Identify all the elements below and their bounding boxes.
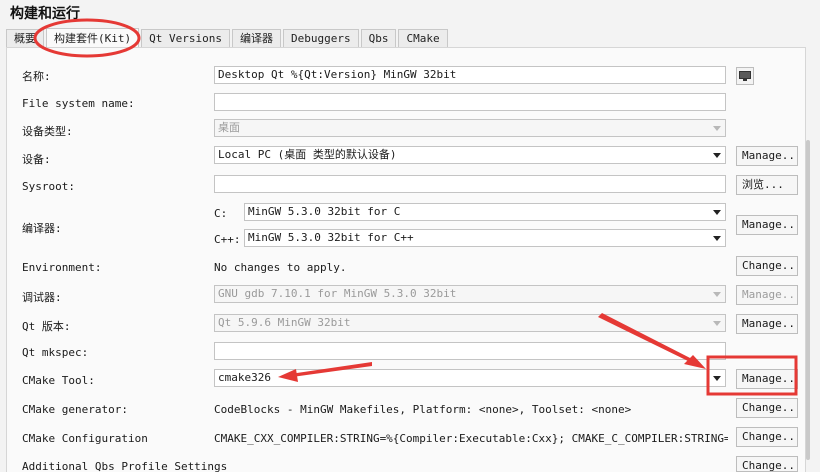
sysroot-field[interactable] (214, 175, 726, 193)
cmake-tool-manage-button[interactable]: Manage... (736, 369, 798, 389)
chevron-down-icon (713, 153, 721, 158)
chevron-down-icon (713, 321, 721, 326)
environment-label: Environment: (22, 261, 102, 274)
page-title: 构建和运行 (10, 6, 80, 22)
cmake-tool-label: CMake Tool: (22, 374, 95, 387)
chevron-down-icon (713, 376, 721, 381)
compiler-c-value: MinGW 5.3.0 32bit for C (248, 205, 401, 218)
device-label: 设备: (22, 153, 51, 166)
device-manage-button[interactable]: Manage... (736, 146, 798, 166)
environment-value: No changes to apply. (214, 261, 347, 274)
qbs-profile-change-button[interactable]: Change... (736, 456, 798, 472)
compiler-cpp-combo[interactable]: MinGW 5.3.0 32bit for C++ (244, 229, 726, 247)
sysroot-label: Sysroot: (22, 180, 75, 193)
tab-compilers[interactable]: 编译器 (231, 29, 281, 47)
name-field[interactable]: Desktop Qt %{Qt:Version} MinGW 32bit (214, 66, 726, 84)
compiler-manage-button[interactable]: Manage... (736, 215, 798, 235)
environment-change-button[interactable]: Change... (736, 256, 798, 276)
qt-version-manage-button[interactable]: Manage... (736, 314, 798, 334)
device-type-combo: 桌面 (214, 119, 726, 137)
qbs-profile-label: Additional Qbs Profile Settings (22, 460, 228, 472)
fs-name-label: File system name: (22, 97, 135, 110)
chevron-down-icon (713, 292, 721, 297)
monitor-icon (739, 71, 751, 81)
cmake-tool-value: cmake326 (218, 371, 271, 384)
tab-debuggers[interactable]: Debuggers (282, 29, 359, 47)
debugger-label: 调试器: (22, 291, 62, 304)
compiler-cpp-value: MinGW 5.3.0 32bit for C++ (248, 231, 414, 244)
compiler-cpp-label: C++: (214, 233, 241, 246)
compiler-c-combo[interactable]: MinGW 5.3.0 32bit for C (244, 203, 726, 221)
cmake-generator-change-button[interactable]: Change... (736, 398, 798, 418)
vertical-scrollbar[interactable] (806, 140, 810, 460)
name-label: 名称: (22, 70, 51, 83)
tab-cmake[interactable]: CMake (398, 29, 448, 47)
cmake-config-label: CMake Configuration (22, 432, 148, 445)
qt-version-combo: Qt 5.9.6 MinGW 32bit (214, 314, 726, 332)
compiler-c-label: C: (214, 207, 228, 220)
chevron-down-icon (713, 126, 721, 131)
device-type-label: 设备类型: (22, 125, 73, 138)
chevron-down-icon (713, 210, 721, 215)
debugger-value: GNU gdb 7.10.1 for MinGW 5.3.0 32bit (218, 287, 457, 300)
tab-kits[interactable]: 构建套件(Kit) (46, 28, 140, 48)
qt-version-label: Qt 版本: (22, 320, 71, 333)
qt-mkspec-label: Qt mkspec: (22, 346, 89, 359)
qt-mkspec-field[interactable] (214, 342, 726, 360)
tab-qt-versions[interactable]: Qt Versions (141, 29, 230, 47)
device-combo[interactable]: Local PC (桌面 类型的默认设备) (214, 146, 726, 164)
compiler-label: 编译器: (22, 222, 62, 235)
tab-qbs[interactable]: Qbs (360, 29, 397, 47)
cmake-tool-combo[interactable]: cmake326 (214, 369, 726, 387)
qt-version-value: Qt 5.9.6 MinGW 32bit (218, 316, 351, 329)
tab-overview[interactable]: 概要 (6, 29, 44, 47)
cmake-config-value: CMAKE_CXX_COMPILER:STRING=%{Compiler:Exe… (214, 432, 728, 445)
debugger-combo: GNU gdb 7.10.1 for MinGW 5.3.0 32bit (214, 285, 726, 303)
cmake-config-change-button[interactable]: Change... (736, 427, 798, 447)
kit-icon-button[interactable] (736, 67, 754, 85)
cmake-generator-value: CodeBlocks - MinGW Makefiles, Platform: … (214, 403, 632, 416)
cmake-generator-label: CMake generator: (22, 403, 128, 416)
device-type-value: 桌面 (218, 121, 240, 134)
tab-bar: 概要 构建套件(Kit) Qt Versions 编译器 Debuggers Q… (6, 28, 450, 48)
sysroot-browse-button[interactable]: 浏览... (736, 175, 798, 195)
debugger-manage-button: Manage... (736, 285, 798, 305)
device-value: Local PC (桌面 类型的默认设备) (218, 148, 397, 161)
fs-name-field[interactable] (214, 93, 726, 111)
chevron-down-icon (713, 236, 721, 241)
